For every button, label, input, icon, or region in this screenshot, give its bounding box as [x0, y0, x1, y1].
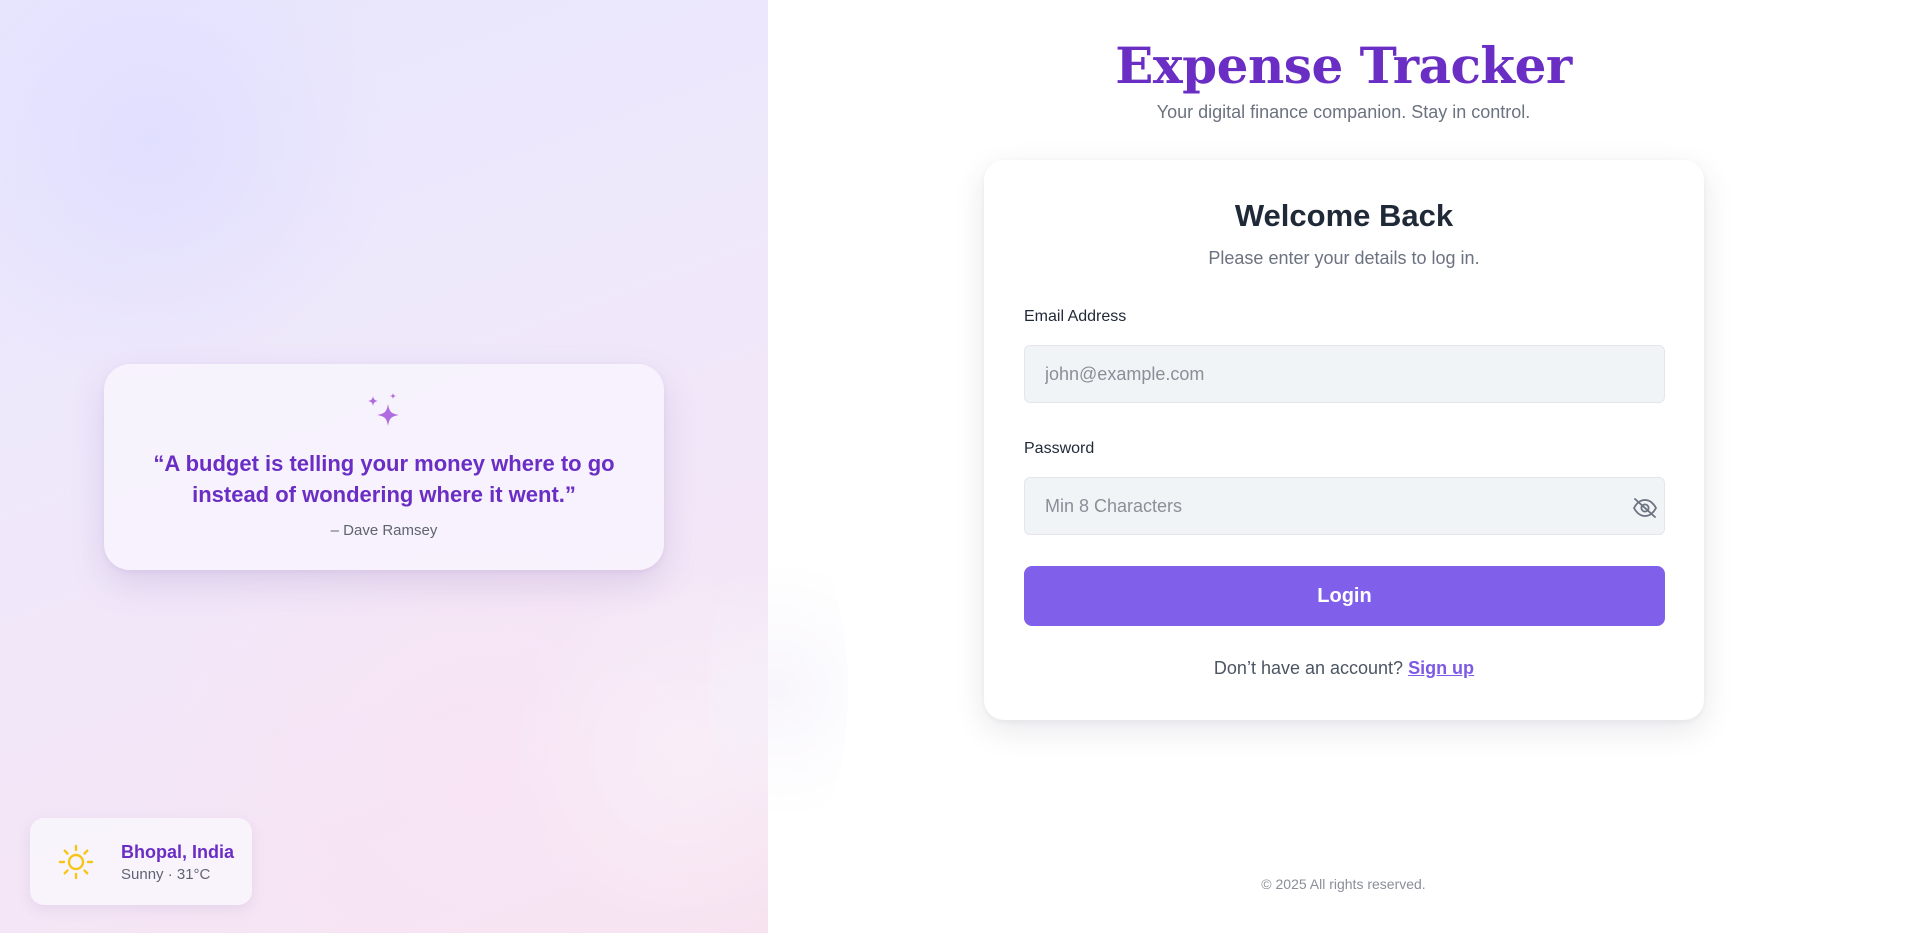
login-card: Welcome Back Please enter your details t…	[984, 160, 1704, 720]
quote-card: “A budget is telling your money where to…	[104, 364, 664, 570]
password-field[interactable]	[1024, 477, 1665, 535]
app-title: Expense Tracker	[1115, 36, 1572, 95]
left-panel: “A budget is telling your money where to…	[0, 0, 768, 933]
weather-city: Bhopal, India	[121, 842, 235, 862]
email-field[interactable]	[1024, 345, 1665, 403]
quote-author: – Dave Ramsey	[330, 522, 438, 539]
signup-link[interactable]: Sign up	[1408, 658, 1474, 678]
login-subheading: Please enter your details to log in.	[1208, 248, 1480, 268]
login-heading: Welcome Back	[1234, 198, 1454, 233]
password-label: Password	[1024, 440, 1095, 457]
weather-condition: Sunny · 31°C	[121, 866, 211, 883]
sparkle-icon	[368, 393, 399, 426]
background-decoration	[708, 520, 848, 860]
eye-off-icon[interactable]	[1632, 497, 1658, 519]
weather-widget: Bhopal, India Sunny · 31°C	[30, 818, 252, 905]
login-button[interactable]: Login	[1024, 566, 1665, 626]
app-tagline: Your digital finance companion. Stay in …	[1156, 102, 1531, 122]
sun-icon	[58, 844, 94, 880]
email-label: Email Address	[1024, 308, 1127, 325]
signup-prompt-text: Don’t have an account?	[1213, 658, 1409, 678]
quote-text: “A budget is telling your money where to…	[153, 451, 615, 507]
footer-copyright: © 2025 All rights reserved.	[1261, 876, 1426, 892]
signup-prompt: Don’t have an account? Sign up	[984, 658, 1704, 679]
right-panel: Expense Tracker Your digital finance com…	[708, 0, 1919, 933]
